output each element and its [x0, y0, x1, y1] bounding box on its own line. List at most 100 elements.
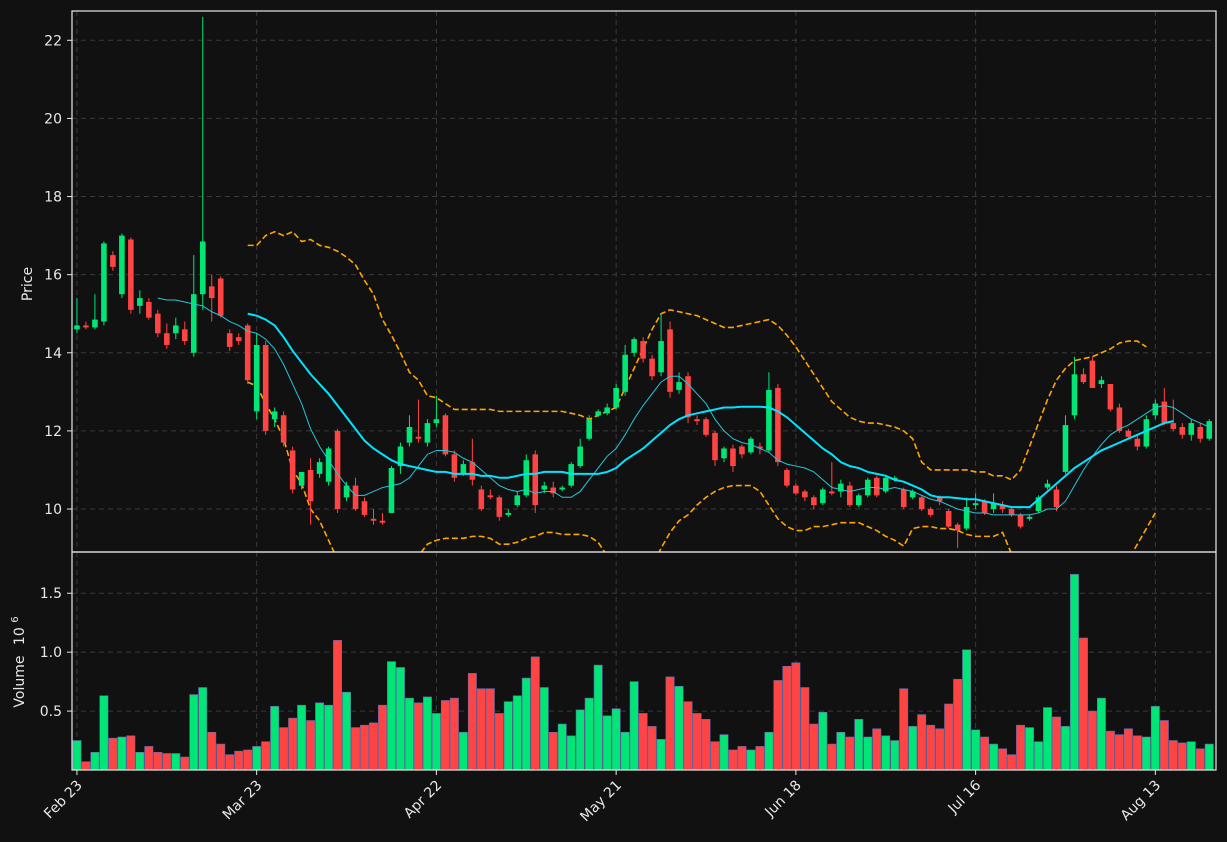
- volume-bar: [81, 761, 91, 770]
- volume-bar: [890, 740, 900, 770]
- volume-bar: [737, 746, 747, 770]
- volume-bar: [126, 735, 136, 770]
- candle-body: [433, 419, 440, 424]
- volume-bar: [1007, 754, 1016, 770]
- candle-body: [361, 501, 368, 515]
- volume-bar: [908, 726, 918, 770]
- volume-bar: [980, 736, 990, 770]
- volume-bar: [1177, 742, 1187, 770]
- volume-bar: [342, 691, 351, 770]
- candle: [119, 233, 125, 299]
- volume-bar: [1096, 697, 1106, 770]
- candle-body: [1143, 419, 1150, 447]
- volume-bar: [1132, 735, 1142, 770]
- candle: [280, 411, 287, 447]
- candle-body: [981, 501, 988, 513]
- volume-bar: [243, 749, 253, 770]
- candle: [1107, 384, 1114, 412]
- candle-body: [289, 450, 296, 490]
- volume-bar: [108, 737, 118, 770]
- candle: [784, 468, 790, 488]
- volume-bar: [1168, 740, 1178, 770]
- candle-body: [559, 487, 566, 490]
- volume-bar: [180, 756, 190, 770]
- candle-body: [244, 325, 251, 381]
- candle-body: [1026, 516, 1033, 519]
- candle-body: [730, 448, 736, 467]
- candle: [667, 321, 673, 398]
- candle-body: [694, 419, 700, 422]
- candle-body: [74, 325, 80, 330]
- volume-bar: [629, 681, 639, 770]
- volume-bar: [216, 743, 226, 770]
- volume-bar: [1070, 574, 1079, 770]
- candle-body: [370, 518, 377, 521]
- candle-body: [847, 485, 853, 506]
- candle-body: [325, 448, 332, 482]
- volume-bar: [854, 719, 864, 770]
- volume-bar: [764, 731, 774, 770]
- candle-body: [146, 302, 152, 318]
- volume-bar: [611, 708, 621, 770]
- candle: [775, 384, 781, 467]
- volume-bar: [1052, 716, 1061, 770]
- candle-body: [217, 278, 224, 316]
- candle-body: [577, 446, 583, 467]
- volume-bar: [234, 750, 244, 770]
- candle-body: [262, 344, 269, 431]
- volume-bar: [593, 664, 603, 770]
- volume-bar: [872, 728, 882, 770]
- volume-bar: [827, 743, 837, 770]
- volume-bar: [575, 709, 585, 770]
- candle-body: [1089, 360, 1096, 388]
- price-tick-label: 16: [44, 268, 62, 284]
- volume-bar: [989, 743, 999, 770]
- candlestick-chart: 10 12 14 16 18 20 22 Price 0.5 1.0 1.5 Volume 10…: [0, 0, 1227, 842]
- candle: [325, 446, 332, 486]
- candle-body: [712, 432, 718, 461]
- candle-body: [1179, 427, 1186, 435]
- candle-body: [352, 485, 359, 510]
- candle: [101, 241, 107, 326]
- candle-body: [460, 464, 467, 474]
- volume-bar: [1114, 734, 1124, 770]
- candle-body: [622, 354, 628, 392]
- volume-bar: [1087, 710, 1097, 770]
- volume-bar: [728, 749, 738, 770]
- volume-bar: [539, 687, 549, 770]
- candle-body: [703, 419, 709, 435]
- price-tick-label: 20: [44, 111, 62, 127]
- candle-body: [945, 510, 952, 527]
- volume-bar: [656, 739, 666, 770]
- candle-body: [307, 469, 314, 502]
- candle-body: [496, 497, 503, 517]
- volume-axis-exponent-power: 6: [10, 616, 21, 622]
- candle-body: [1197, 427, 1204, 439]
- volume-bar: [162, 753, 172, 770]
- volume-bar: [638, 713, 648, 770]
- volume-axis-label-text: Volume: [12, 656, 28, 708]
- candle-body: [1116, 407, 1123, 431]
- candle: [262, 341, 269, 435]
- candle-body: [1152, 403, 1159, 416]
- volume-bar: [548, 731, 558, 770]
- volume-bar: [1016, 724, 1025, 770]
- volume-bar: [333, 640, 342, 770]
- candle-body: [541, 485, 548, 490]
- candle-body: [595, 411, 601, 416]
- candle-body: [721, 448, 727, 459]
- candle-body: [298, 471, 305, 486]
- volume-bar: [566, 735, 576, 770]
- candle-body: [532, 454, 539, 506]
- volume-bar: [1061, 726, 1070, 770]
- volume-bar: [1195, 748, 1205, 770]
- volume-bar: [261, 741, 271, 770]
- volume-bar: [647, 726, 657, 770]
- candle-body: [478, 489, 485, 510]
- volume-bar: [324, 704, 334, 770]
- volume-bar: [1105, 730, 1115, 770]
- candle-body: [110, 255, 116, 267]
- volume-bar: [90, 752, 100, 770]
- candle-body: [918, 497, 925, 510]
- candle-body: [226, 333, 233, 347]
